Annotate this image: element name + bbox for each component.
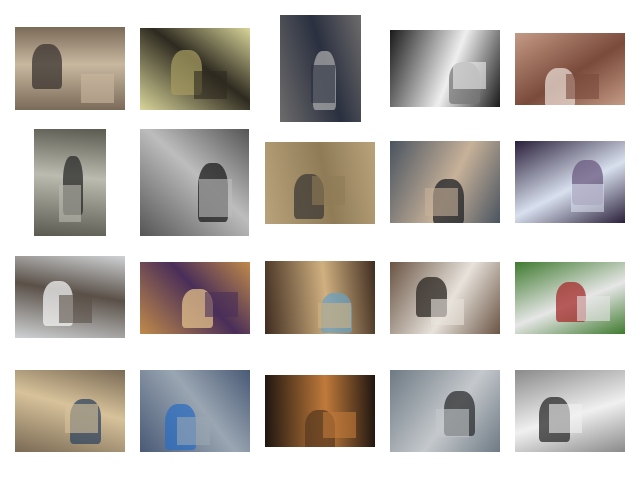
thumbnail-highlight: [430, 299, 464, 325]
thumbnail-image: [515, 141, 625, 223]
gallery-thumbnail[interactable]: children kneeling outdoors: [34, 129, 106, 236]
thumbnail-highlight: [59, 294, 92, 324]
gallery-thumbnail[interactable]: two men at a table: [15, 27, 125, 110]
gallery-thumbnail[interactable]: sofa with remotes in pockets: [265, 142, 375, 224]
thumbnail-figure: [31, 43, 63, 90]
thumbnail-highlight: [198, 179, 232, 217]
gallery-thumbnail[interactable]: woman by a door: [515, 33, 625, 105]
thumbnail-highlight: [310, 65, 336, 103]
thumbnail-highlight: [59, 184, 81, 223]
thumbnail-highlight: [81, 74, 114, 104]
gallery-thumbnail[interactable]: man on bathroom floor: [15, 256, 125, 338]
gallery-thumbnail[interactable]: man leaning over toilet: [390, 262, 500, 334]
gallery-thumbnail[interactable]: street with parked bicycles from above: [280, 15, 361, 122]
gallery-thumbnail[interactable]: people in a room with fireplace: [140, 262, 250, 334]
thumbnail-highlight: [193, 70, 227, 100]
gallery-thumbnail[interactable]: street repair scene: [140, 370, 250, 452]
gallery-thumbnail[interactable]: person lying beside snacks: [390, 141, 500, 223]
thumbnail-highlight: [312, 176, 346, 206]
gallery-thumbnail[interactable]: people taking photos: [265, 261, 375, 334]
thumbnail-highlight: [204, 292, 238, 318]
gallery-thumbnail[interactable]: people on a lawn: [515, 262, 625, 334]
thumbnail-highlight: [549, 404, 583, 434]
thumbnail-highlight: [64, 404, 98, 434]
thumbnail-highlight: [452, 62, 486, 90]
gallery-thumbnail[interactable]: library reading room: [15, 370, 125, 452]
gallery-thumbnail[interactable]: crowd behind railings: [140, 129, 249, 236]
gallery-thumbnail[interactable]: street at night: [265, 375, 375, 447]
thumbnail-highlight: [436, 408, 470, 438]
gallery-thumbnail[interactable]: bus station: [390, 30, 500, 107]
gallery-thumbnail[interactable]: view through a round window: [515, 141, 625, 223]
thumbnail-highlight: [565, 74, 599, 100]
gallery-thumbnail[interactable]: building with people outside: [390, 370, 500, 452]
thumbnail-highlight: [317, 302, 351, 329]
thumbnail-highlight: [571, 183, 605, 213]
gallery-thumbnail[interactable]: people in a kitchen: [515, 370, 625, 452]
gallery-thumbnail[interactable]: person lying on a sink: [140, 28, 250, 110]
thumbnail-highlight: [425, 187, 459, 217]
thumbnail-image: [140, 129, 249, 236]
thumbnail-highlight: [323, 412, 357, 438]
image-gallery: two men at a table person lying on a sin…: [0, 0, 640, 480]
thumbnail-highlight: [576, 295, 610, 322]
thumbnail-highlight: [177, 416, 211, 446]
